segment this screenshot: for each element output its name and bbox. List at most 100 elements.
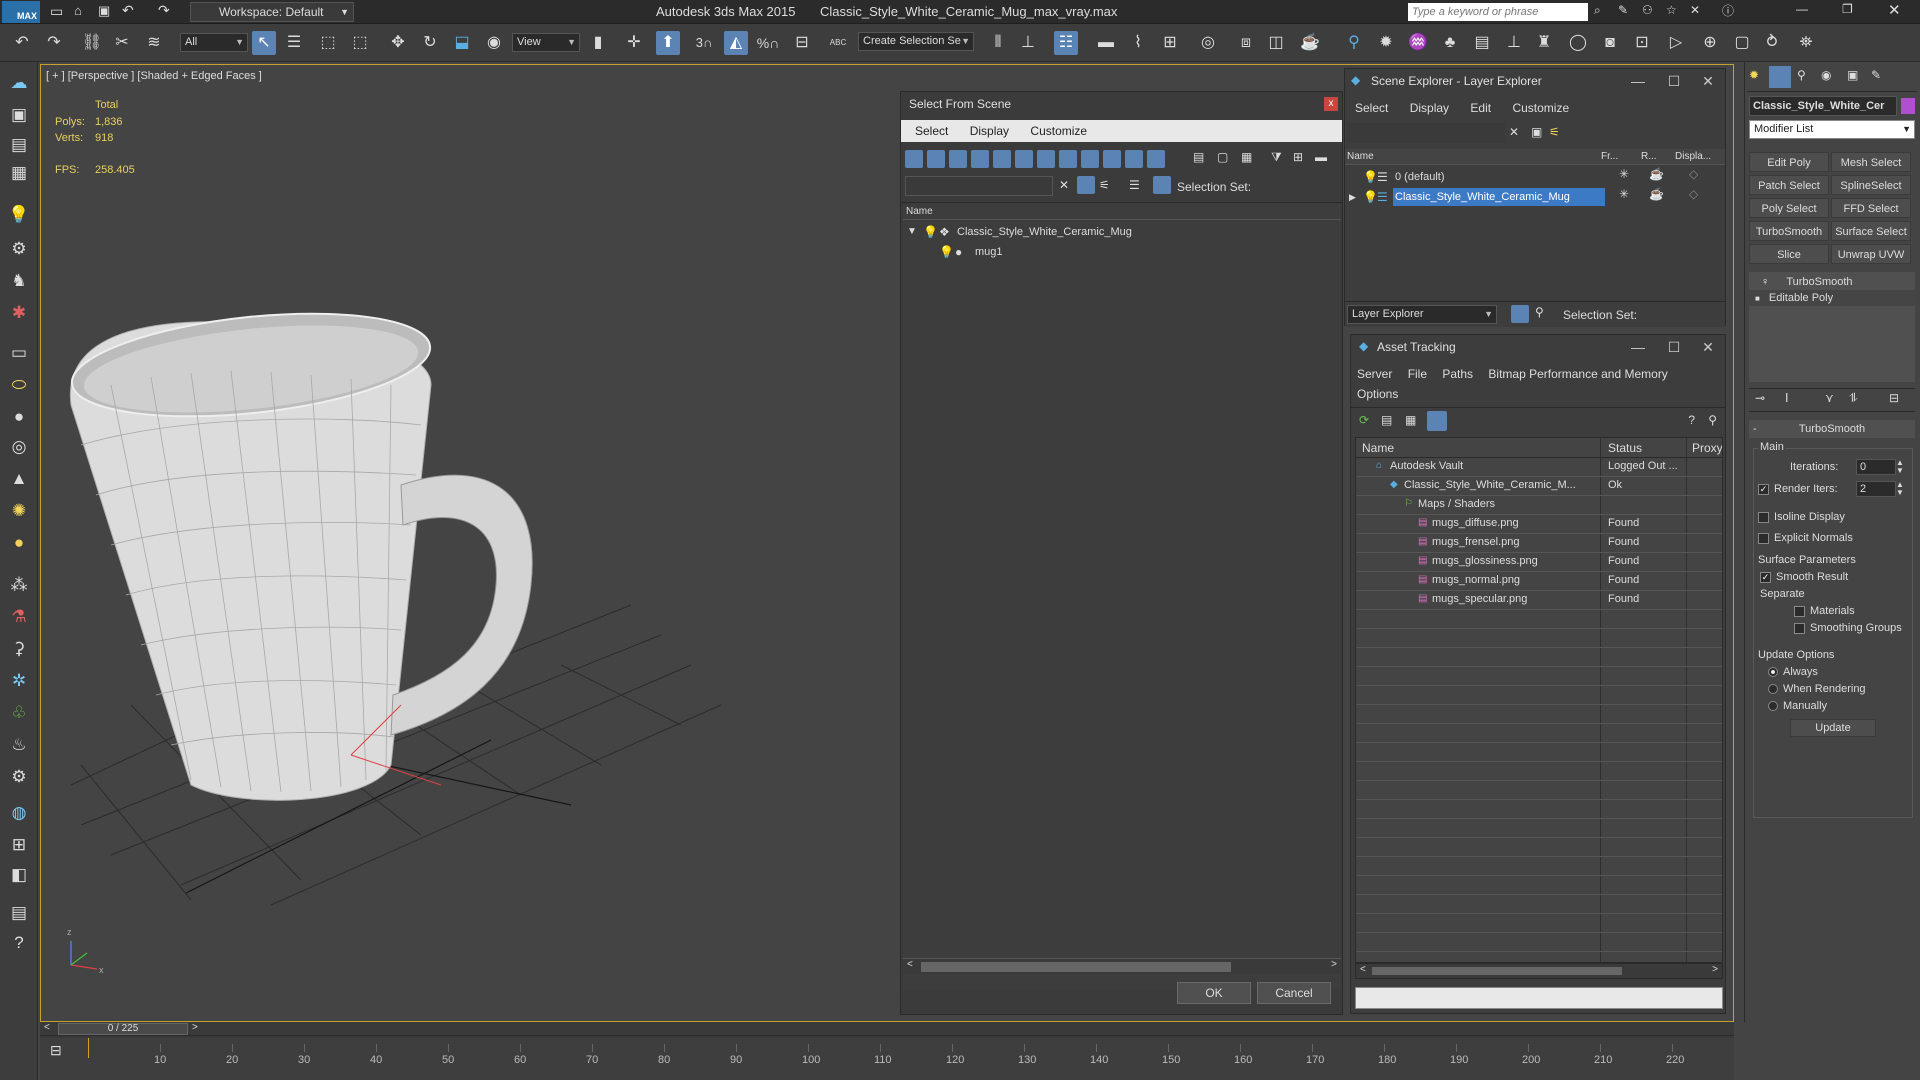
layer-row[interactable]: 💡 ☰ 0 (default) bbox=[1345, 167, 1605, 187]
find-input[interactable] bbox=[905, 176, 1053, 196]
display-shapes-icon[interactable] bbox=[927, 150, 945, 168]
fx-icon[interactable]: ✱ bbox=[7, 302, 31, 324]
bind-space-warp-icon[interactable]: ≋ bbox=[142, 31, 166, 55]
unwrap-uvw-button[interactable]: Unwrap UVW bbox=[1831, 244, 1911, 264]
freeze-icon[interactable]: ✳ bbox=[1619, 167, 1629, 181]
rotate-icon[interactable]: ↻ bbox=[418, 31, 442, 55]
menu-edit[interactable]: Edit bbox=[1470, 101, 1491, 115]
hair-icon[interactable]: ♨ bbox=[7, 734, 31, 756]
spinner-snap-icon[interactable]: ⊟ bbox=[790, 31, 814, 55]
display-box-icon[interactable]: ◇ bbox=[1689, 187, 1698, 201]
mug-scene[interactable] bbox=[41, 65, 901, 1005]
select-all-icon[interactable]: ▤ bbox=[1193, 150, 1204, 164]
percent-snap-icon[interactable]: %∩ bbox=[756, 31, 780, 55]
menu-file[interactable]: File bbox=[1408, 367, 1427, 381]
reference-coord-dropdown[interactable]: View ▼ bbox=[512, 33, 580, 52]
minimize-icon[interactable]: — bbox=[1623, 335, 1653, 359]
vray-fur-icon[interactable]: ♣ bbox=[1438, 31, 1462, 55]
window-crossing-icon[interactable]: ⬚ bbox=[348, 31, 372, 55]
next-frame-icon[interactable]: > bbox=[192, 1022, 198, 1033]
motion-tab-icon[interactable]: ◉ bbox=[1821, 68, 1831, 82]
menu-select[interactable]: Select bbox=[1355, 101, 1388, 115]
table-row[interactable]: ▤ mugs_glossiness.png Found bbox=[1356, 553, 1722, 572]
vray-toggle-icon[interactable]: ⥁ bbox=[1760, 31, 1784, 55]
scroll-thumb[interactable] bbox=[921, 962, 1231, 972]
close-dialog-icon[interactable]: x bbox=[1324, 97, 1338, 111]
wheel-icon[interactable]: ✲ bbox=[7, 670, 31, 692]
surface-select-button[interactable]: Surface Select bbox=[1831, 221, 1911, 241]
binoculars-icon[interactable]: ⌕ bbox=[1594, 3, 1601, 18]
when-rendering-radio[interactable]: When Rendering bbox=[1768, 683, 1866, 695]
pivot-center-icon[interactable]: ▮ bbox=[586, 31, 610, 55]
menu-customize[interactable]: Customize bbox=[1512, 101, 1569, 115]
explorer-type-dropdown[interactable]: Layer Explorer ▼ bbox=[1347, 305, 1497, 324]
display-bones-icon[interactable] bbox=[1081, 150, 1099, 168]
scroll-thumb[interactable] bbox=[1372, 967, 1622, 975]
table-row[interactable]: ▤ mugs_specular.png Found bbox=[1356, 591, 1722, 610]
render-iters-checkbox[interactable]: ✓ Render Iters: bbox=[1758, 483, 1838, 495]
hierarchy-mode-icon[interactable]: ⚲ bbox=[1535, 305, 1544, 319]
light-bulb-icon[interactable]: 💡 bbox=[1363, 167, 1378, 187]
name-column-header[interactable]: Name bbox=[903, 204, 1341, 220]
edit-named-selection-icon[interactable]: ABC bbox=[826, 31, 850, 55]
light-bulb-icon[interactable]: 💡 bbox=[1363, 187, 1378, 207]
scroll-right-icon[interactable]: > bbox=[1331, 959, 1337, 970]
scene-states-icon[interactable]: ⊞ bbox=[7, 834, 31, 856]
path-input[interactable] bbox=[1355, 987, 1723, 1009]
find-case-icon[interactable] bbox=[1077, 176, 1095, 194]
render-iters-spinner[interactable]: 2 bbox=[1856, 481, 1896, 497]
material-editor-icon[interactable]: ◎ bbox=[1196, 31, 1220, 55]
menu-select[interactable]: Select bbox=[915, 124, 948, 138]
keyboard-shortcut-override-icon[interactable]: ⬆ bbox=[656, 31, 680, 55]
remove-modifier-icon[interactable]: ⥮ bbox=[1849, 391, 1858, 406]
vray-camera-icon[interactable]: ◙ bbox=[1598, 31, 1622, 55]
render-setup-icon[interactable]: ⧈ bbox=[1234, 31, 1258, 55]
select-object-icon[interactable]: ↖ bbox=[252, 31, 276, 55]
select-invert-icon[interactable]: ▦ bbox=[1241, 150, 1252, 164]
selection-filter-dropdown[interactable]: All ▼ bbox=[180, 33, 248, 52]
make-unique-icon[interactable]: ⋎ bbox=[1825, 391, 1834, 405]
smoothing-groups-checkbox[interactable]: Smoothing Groups bbox=[1794, 622, 1902, 634]
restore-icon[interactable]: ❐ bbox=[1842, 2, 1853, 16]
show-end-result-icon[interactable]: Ⅰ bbox=[1785, 391, 1789, 405]
bulb-icon[interactable]: ♀ bbox=[1761, 276, 1769, 288]
cone-icon[interactable]: ▲ bbox=[7, 468, 31, 490]
cloud-icon[interactable]: ☁ bbox=[7, 72, 31, 94]
list-icon[interactable]: ▤ bbox=[7, 134, 31, 156]
menu-customize[interactable]: Customize bbox=[1030, 124, 1087, 138]
display-lights-icon[interactable] bbox=[949, 150, 967, 168]
snaps-toggle-icon[interactable]: 3∩ bbox=[692, 31, 716, 55]
turbosmooth-rollout-header[interactable]: - TurboSmooth bbox=[1749, 420, 1915, 438]
add-to-layer-icon[interactable]: ⚟ bbox=[1549, 125, 1560, 139]
help-icon[interactable]: ? bbox=[1688, 413, 1695, 427]
named-selection-dropdown[interactable]: Create Selection Se ▼ bbox=[858, 32, 974, 51]
align-icon[interactable]: ⊥ bbox=[1016, 31, 1040, 55]
table-row[interactable]: ⌂ Autodesk Vault Logged Out ... bbox=[1356, 458, 1722, 477]
select-by-name-icon[interactable]: ☰ bbox=[282, 31, 306, 55]
expand-arrow-icon[interactable]: ▼ bbox=[907, 222, 917, 242]
column-header-status[interactable]: Status bbox=[1608, 438, 1642, 458]
spinner-arrows-icon[interactable]: ▲ ▼ bbox=[1896, 481, 1904, 497]
track-bar[interactable]: ⊟ 10 20 30 40 50 60 70 80 90 100 110 120 130 140 150 16… bbox=[40, 1038, 1734, 1080]
close-icon[interactable]: ✕ bbox=[1693, 69, 1723, 93]
ellipse-icon[interactable]: ⬭ bbox=[7, 374, 31, 396]
globe-icon[interactable]: ◍ bbox=[7, 802, 31, 824]
object-name-input[interactable]: Classic_Style_White_Cer bbox=[1749, 96, 1897, 116]
iterations-spinner[interactable]: 0 bbox=[1856, 459, 1896, 475]
dolly-icon[interactable]: ♞ bbox=[7, 270, 31, 292]
horizontal-scrollbar[interactable]: < > bbox=[1355, 963, 1723, 979]
sun-icon[interactable]: ✺ bbox=[7, 500, 31, 522]
materials-checkbox[interactable]: Materials bbox=[1794, 605, 1855, 617]
place-icon[interactable]: ◉ bbox=[482, 31, 506, 55]
column-header-render[interactable]: R... bbox=[1641, 149, 1657, 165]
always-radio[interactable]: Always bbox=[1768, 666, 1818, 678]
curve-editor-icon[interactable]: ⌇ bbox=[1126, 31, 1150, 55]
ffd-select-button[interactable]: FFD Select bbox=[1831, 198, 1911, 218]
patch-select-button[interactable]: Patch Select bbox=[1749, 175, 1829, 195]
gears-icon[interactable]: ⚙ bbox=[7, 766, 31, 788]
undo-small-icon[interactable]: ↶ bbox=[122, 2, 134, 19]
plane-icon[interactable]: ▭ bbox=[7, 342, 31, 364]
smooth-result-checkbox[interactable]: ✓ Smooth Result bbox=[1760, 571, 1848, 583]
slice-button[interactable]: Slice bbox=[1749, 244, 1829, 264]
display-geometry-icon[interactable] bbox=[905, 150, 923, 168]
